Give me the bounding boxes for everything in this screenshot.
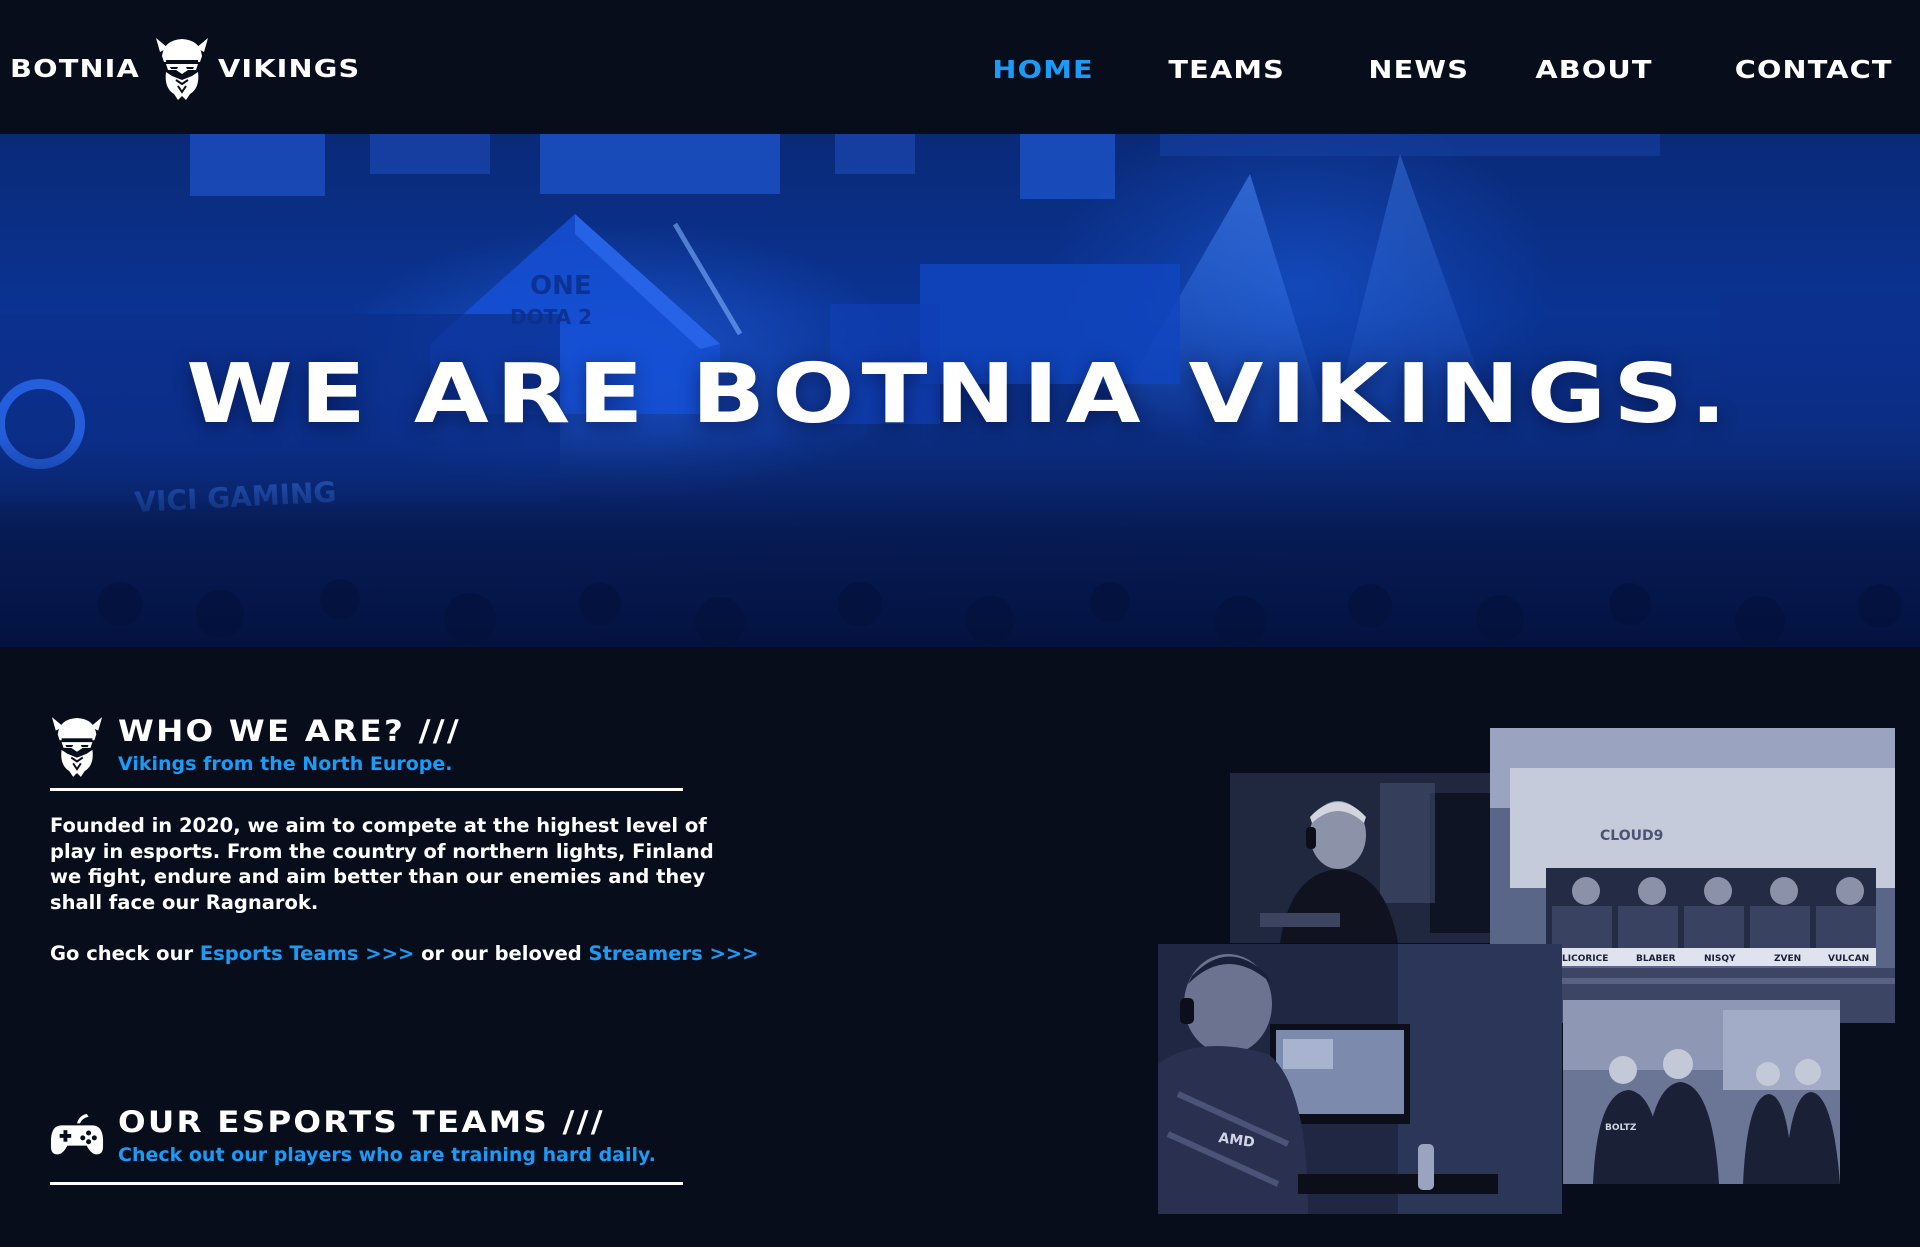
page: BOTNIA VIKINGS HOME TEAMS NEWS ABOUT CON… <box>0 0 1920 1247</box>
nav-home[interactable]: HOME <box>993 55 1094 84</box>
player-headset-photo <box>1230 773 1492 943</box>
nav-contact[interactable]: CONTACT <box>1734 55 1892 84</box>
about-cta: Go check our Esports Teams >>> or our be… <box>50 941 759 967</box>
nameplate: NISQY <box>1704 954 1736 964</box>
gamepad-icon <box>50 1113 104 1155</box>
brand-right-word: VIKINGS <box>217 53 361 83</box>
section-subtitle: Check out our players who are training h… <box>118 1144 656 1166</box>
section-title: OUR ESPORTS TEAMS /// <box>118 1105 605 1139</box>
streamers-link[interactable]: Streamers >>> <box>589 942 759 965</box>
player-playing-photo: AMD <box>1158 944 1562 1214</box>
top-navigation: BOTNIA VIKINGS HOME TEAMS NEWS ABOUT CON… <box>0 0 1920 134</box>
nav-about[interactable]: ABOUT <box>1535 55 1652 84</box>
esports-teams-text: OUR ESPORTS TEAMS /// Check out our play… <box>118 1107 656 1167</box>
hero-title: WE ARE BOTNIA VIKINGS. <box>186 347 1734 442</box>
cta-middle: or our beloved <box>414 942 589 965</box>
brand-left-word: BOTNIA <box>10 53 140 83</box>
about-paragraph: Founded in 2020, we aim to compete at th… <box>50 814 714 914</box>
divider <box>50 1182 683 1185</box>
jersey-text: BOLTZ <box>1605 1123 1637 1133</box>
esports-teams-header: OUR ESPORTS TEAMS /// Check out our play… <box>50 1107 656 1167</box>
main-menu: HOME TEAMS NEWS ABOUT CONTACT <box>993 52 1891 86</box>
nameplate: VULCAN <box>1828 954 1869 964</box>
cloud9-banner-text: CLOUD9 <box>1600 828 1663 844</box>
nameplate: ZVEN <box>1774 954 1801 964</box>
nav-news[interactable]: NEWS <box>1368 55 1469 84</box>
who-we-are-text: WHO WE ARE? /// Vikings from the North E… <box>118 716 459 776</box>
nameplate: LICORICE <box>1562 954 1608 964</box>
cta-prefix: Go check our <box>50 942 200 965</box>
viking-head-icon <box>155 38 208 100</box>
nav-teams[interactable]: TEAMS <box>1168 55 1285 84</box>
section-title: WHO WE ARE? /// <box>118 714 461 748</box>
section-subtitle: Vikings from the North Europe. <box>118 753 453 775</box>
viking-head-icon <box>51 717 103 777</box>
esports-teams-link[interactable]: Esports Teams >>> <box>200 942 414 965</box>
brand-logo[interactable]: BOTNIA VIKINGS <box>10 34 359 102</box>
team-huddle-photo: BOLTZ <box>1563 1000 1840 1184</box>
who-we-are-header: WHO WE ARE? /// Vikings from the North E… <box>50 712 459 780</box>
arena-banner-text: ONE <box>530 271 592 301</box>
nameplate: BLABER <box>1636 954 1676 964</box>
hero-banner: ONE DOTA 2 VICI GAMING WE ARE BOTNIA VIK… <box>0 134 1920 647</box>
divider <box>50 788 683 791</box>
